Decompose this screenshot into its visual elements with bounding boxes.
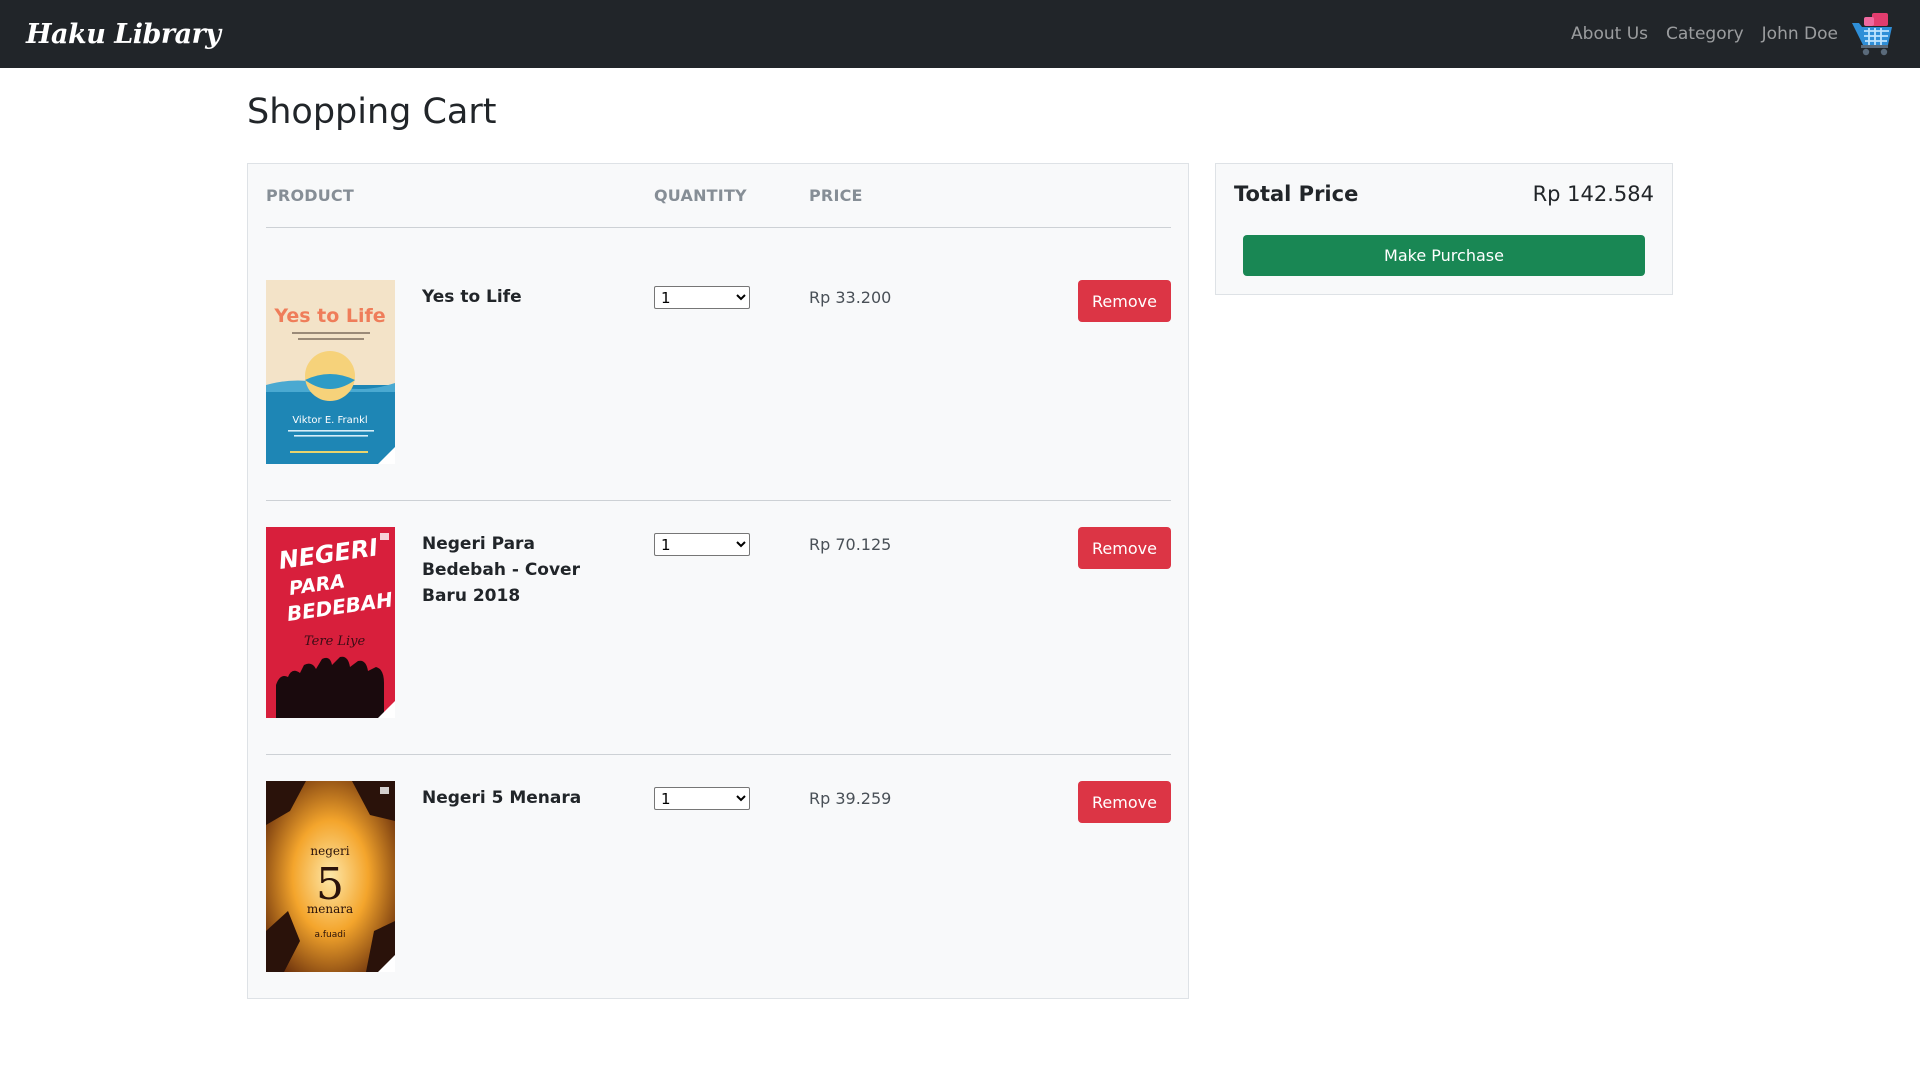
book-cover-image: negeri 5 menara a.fuadi — [266, 781, 395, 972]
column-header-quantity: QUANTITY — [654, 186, 747, 205]
remove-button[interactable]: Remove — [1078, 280, 1171, 322]
nav-user-john-doe[interactable]: John Doe — [1762, 24, 1838, 44]
quantity-select[interactable]: 1 — [654, 787, 750, 810]
page-title: Shopping Cart — [247, 92, 497, 132]
svg-text:Yes to Life: Yes to Life — [273, 305, 385, 327]
shopping-cart-icon[interactable] — [1850, 11, 1894, 57]
order-summary: Total Price Rp 142.584 Make Purchase — [1215, 163, 1673, 295]
book-cover-image: Yes to Life Viktor E. Frankl — [266, 280, 395, 464]
svg-text:a.fuadi: a.fuadi — [315, 930, 346, 940]
total-price-value: Rp 142.584 — [1532, 182, 1654, 206]
remove-button[interactable]: Remove — [1078, 781, 1171, 823]
cart-table-header: PRODUCT QUANTITY PRICE — [266, 164, 1171, 228]
nav-about-us[interactable]: About Us — [1571, 24, 1648, 44]
column-header-price: PRICE — [809, 186, 863, 205]
brand-logo[interactable]: Haku Library — [26, 19, 221, 50]
cart-row: NEGERI PARA BEDEBAH Tere Liye Negeri Par… — [266, 501, 1171, 755]
product-price: Rp 39.259 — [809, 789, 892, 808]
svg-text:Tere Liye: Tere Liye — [304, 634, 366, 649]
cart-row: negeri 5 menara a.fuadi Negeri 5 Menara … — [266, 755, 1171, 995]
book-cover-image: NEGERI PARA BEDEBAH Tere Liye — [266, 527, 395, 718]
svg-text:menara: menara — [307, 902, 353, 916]
make-purchase-button[interactable]: Make Purchase — [1243, 235, 1645, 276]
svg-text:negeri: negeri — [310, 844, 349, 858]
quantity-select[interactable]: 1 — [654, 533, 750, 556]
column-header-product: PRODUCT — [266, 186, 354, 205]
total-price-label: Total Price — [1234, 182, 1359, 206]
cart-row: Yes to Life Viktor E. Frankl Yes to Life… — [266, 254, 1171, 501]
svg-text:Viktor E. Frankl: Viktor E. Frankl — [292, 415, 367, 426]
nav-category[interactable]: Category — [1666, 24, 1744, 44]
product-title[interactable]: Negeri Para Bedebah - Cover Baru 2018 — [422, 531, 622, 609]
remove-button[interactable]: Remove — [1078, 527, 1171, 569]
product-price: Rp 70.125 — [809, 535, 892, 554]
quantity-select[interactable]: 1 — [654, 286, 750, 309]
product-title[interactable]: Negeri 5 Menara — [422, 785, 622, 811]
product-title[interactable]: Yes to Life — [422, 284, 622, 310]
top-navbar: Haku Library About Us Category John Doe — [0, 0, 1920, 68]
nav-links: About Us Category John Doe — [1553, 11, 1894, 57]
product-price: Rp 33.200 — [809, 288, 892, 307]
cart-table: PRODUCT QUANTITY PRICE Yes to Life Vikto… — [247, 163, 1189, 999]
